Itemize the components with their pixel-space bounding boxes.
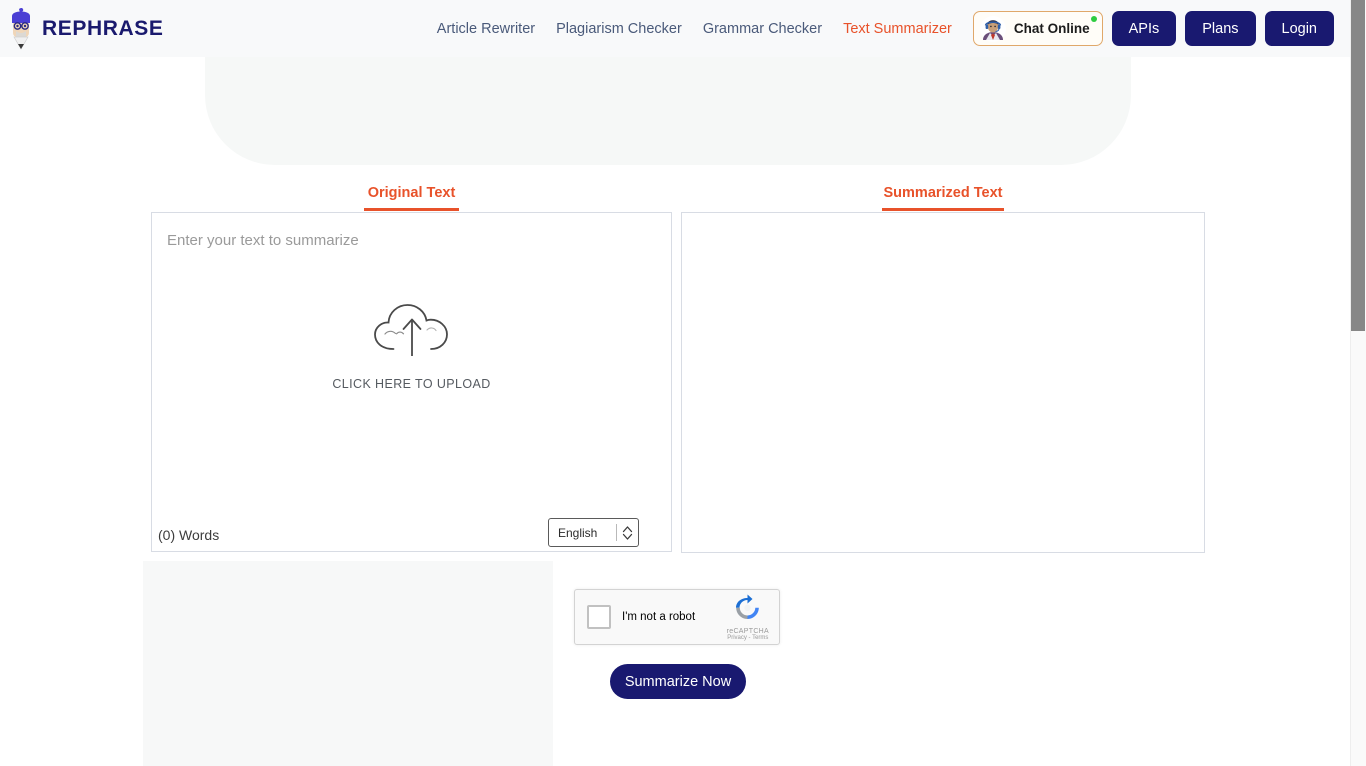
cloud-upload-icon bbox=[369, 298, 455, 365]
site-header: REPHRASE Article Rewriter Plagiarism Che… bbox=[0, 0, 1350, 57]
online-status-dot bbox=[1090, 16, 1097, 22]
recaptcha-brand-legal[interactable]: Privacy - Terms bbox=[727, 635, 768, 641]
nav-link-article-rewriter[interactable]: Article Rewriter bbox=[437, 21, 535, 37]
plans-button[interactable]: Plans bbox=[1185, 11, 1256, 46]
nav-link-plagiarism-checker[interactable]: Plagiarism Checker bbox=[556, 21, 682, 37]
language-select[interactable]: English bbox=[548, 518, 639, 547]
recaptcha-widget: I'm not a robot reCAPTCHA Privacy - Term… bbox=[574, 589, 780, 645]
tab-summarized-text[interactable]: Summarized Text bbox=[882, 185, 1004, 211]
main-navigation: Article Rewriter Plagiarism Checker Gram… bbox=[437, 11, 1350, 46]
original-text-panel: Enter your text to summarize CLICK HERE … bbox=[151, 212, 672, 552]
nav-link-grammar-checker[interactable]: Grammar Checker bbox=[703, 21, 822, 37]
rephrase-mascot-icon bbox=[8, 7, 34, 51]
support-agent-avatar-icon bbox=[979, 15, 1006, 42]
language-select-value: English bbox=[558, 525, 598, 540]
recaptcha-branding: reCAPTCHA Privacy - Terms bbox=[727, 594, 769, 641]
brand-name: REPHRASE bbox=[42, 16, 164, 40]
up-down-chevron-icon bbox=[617, 524, 638, 542]
editor-footer: (0) Words English bbox=[152, 493, 671, 551]
nav-link-text-summarizer[interactable]: Text Summarizer bbox=[843, 21, 952, 37]
chat-online-button[interactable]: Chat Online bbox=[972, 11, 1103, 46]
chat-online-label: Chat Online bbox=[1013, 21, 1090, 36]
brand-logo[interactable]: REPHRASE bbox=[8, 7, 164, 51]
page-root: REPHRASE Article Rewriter Plagiarism Che… bbox=[0, 0, 1366, 766]
recaptcha-logo-icon bbox=[734, 594, 761, 626]
page-scrollbar-track[interactable] bbox=[1350, 0, 1366, 766]
recaptcha-brand-name: reCAPTCHA bbox=[726, 627, 769, 635]
apis-button[interactable]: APIs bbox=[1111, 11, 1177, 46]
login-button[interactable]: Login bbox=[1264, 11, 1334, 46]
recaptcha-checkbox[interactable] bbox=[587, 605, 611, 629]
background-shape-bottom bbox=[143, 561, 553, 766]
page-scrollbar-thumb[interactable] bbox=[1351, 0, 1365, 331]
tab-original-text[interactable]: Original Text bbox=[364, 185, 459, 211]
background-shape-top bbox=[205, 57, 1131, 165]
recaptcha-label: I'm not a robot bbox=[622, 611, 696, 623]
upload-caption: CLICK HERE TO UPLOAD bbox=[332, 377, 491, 391]
upload-dropzone[interactable]: CLICK HERE TO UPLOAD bbox=[152, 298, 671, 391]
summarize-now-button[interactable]: Summarize Now bbox=[610, 664, 746, 699]
summarized-text-panel[interactable] bbox=[681, 212, 1205, 553]
editor-placeholder: Enter your text to summarize bbox=[167, 232, 359, 249]
word-count-label: (0) Words bbox=[158, 527, 220, 543]
